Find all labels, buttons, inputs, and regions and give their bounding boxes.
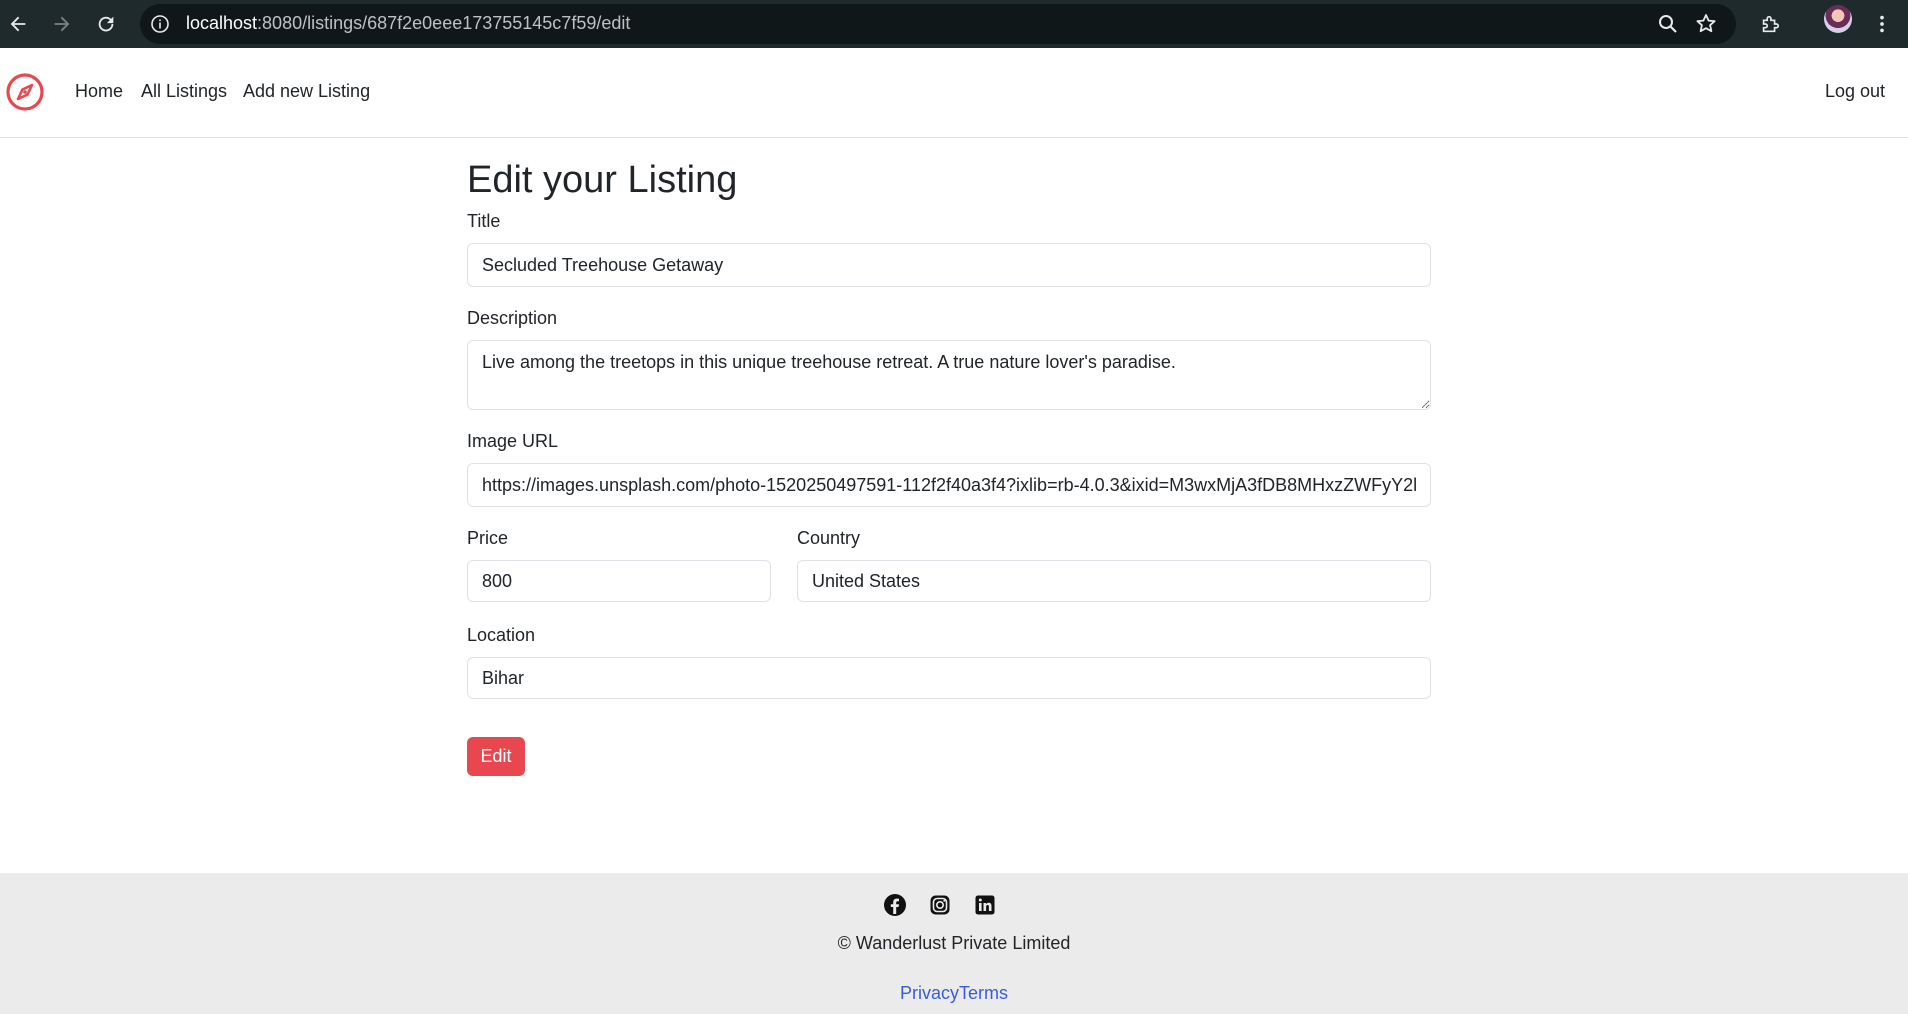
nav-link-add-new-listing[interactable]: Add new Listing xyxy=(243,81,370,102)
price-label: Price xyxy=(467,528,509,548)
zoom-icon[interactable] xyxy=(1656,12,1680,36)
price-input[interactable] xyxy=(467,560,771,602)
nav-link-home[interactable]: Home xyxy=(75,81,123,102)
navbar: Home All Listings Add new Listing Log ou… xyxy=(0,48,1908,138)
url-text[interactable]: localhost:8080/listings/687f2e0eee173755… xyxy=(186,13,630,34)
location-label: Location xyxy=(467,625,536,645)
footer: © Wanderlust Private Limited PrivacyTerm… xyxy=(0,873,1908,1014)
edit-submit-button[interactable]: Edit xyxy=(467,737,525,776)
page-title: Edit your Listing xyxy=(467,159,738,201)
image-url-input[interactable] xyxy=(467,463,1431,507)
menu-button[interactable] xyxy=(1864,6,1900,42)
arrow-left-icon xyxy=(10,16,26,32)
nav-link-all-listings[interactable]: All Listings xyxy=(141,81,227,102)
instagram-icon[interactable] xyxy=(928,893,952,917)
privacy-link[interactable]: Privacy xyxy=(900,983,959,1003)
back-button[interactable] xyxy=(0,6,36,42)
kebab-menu-icon xyxy=(1880,15,1884,33)
title-input[interactable] xyxy=(467,243,1431,287)
image-url-label: Image URL xyxy=(467,431,559,451)
terms-link[interactable]: Terms xyxy=(959,983,1008,1003)
copyright-text: © Wanderlust Private Limited xyxy=(837,933,1071,953)
facebook-icon[interactable] xyxy=(883,893,907,917)
country-input[interactable] xyxy=(797,560,1431,602)
linkedin-icon[interactable] xyxy=(973,893,997,917)
address-bar[interactable]: localhost:8080/listings/687f2e0eee173755… xyxy=(140,4,1736,44)
title-label: Title xyxy=(467,211,501,231)
reload-button[interactable] xyxy=(88,6,124,42)
location-input[interactable] xyxy=(467,657,1431,699)
arrow-right-icon xyxy=(54,16,70,32)
footer-links: PrivacyTerms xyxy=(0,983,1908,1004)
reload-icon xyxy=(98,16,114,32)
extensions-button[interactable] xyxy=(1752,6,1788,42)
logout-link[interactable]: Log out xyxy=(1825,81,1885,102)
puzzle-icon xyxy=(1762,15,1780,33)
profile-avatar[interactable] xyxy=(1824,5,1852,33)
description-label: Description xyxy=(467,308,558,328)
compass-icon[interactable] xyxy=(5,72,45,112)
info-icon[interactable] xyxy=(150,14,170,34)
description-textarea[interactable]: Live among the treetops in this unique t… xyxy=(467,340,1431,410)
country-label: Country xyxy=(797,528,861,548)
bookmark-star-icon[interactable] xyxy=(1694,12,1718,36)
browser-toolbar: localhost:8080/listings/687f2e0eee173755… xyxy=(0,0,1908,48)
forward-button[interactable] xyxy=(44,6,80,42)
